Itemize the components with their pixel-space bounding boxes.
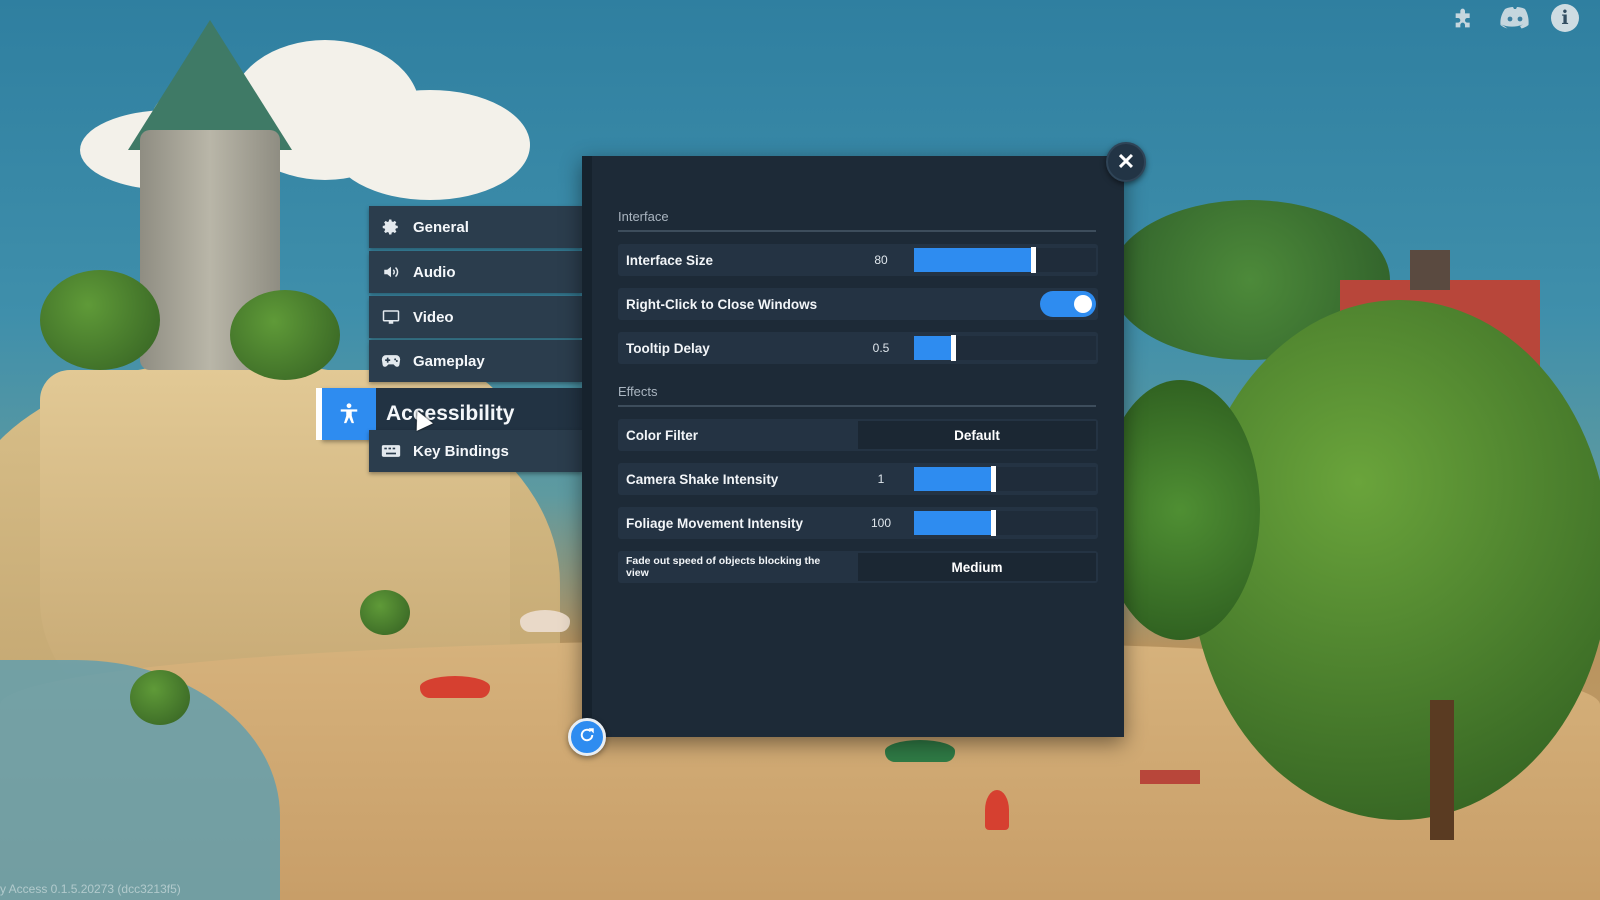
setting-label: Camera Shake Intensity <box>626 471 779 487</box>
setting-label: Fade out speed of objects blocking the v… <box>626 555 821 579</box>
keyboard-icon <box>369 444 413 458</box>
fade-out-speed-dropdown[interactable]: Medium <box>858 553 1096 581</box>
gear-icon <box>369 218 413 236</box>
slider-fill <box>914 336 954 360</box>
slider-fill <box>914 511 994 535</box>
monitor-icon <box>369 308 413 326</box>
setting-value: 1 <box>877 472 885 486</box>
version-label: y Access 0.1.5.20273 (dcc3213f5) <box>0 882 181 896</box>
menu-label-general: General <box>413 218 469 236</box>
gamepad-icon <box>369 353 413 369</box>
menu-label-accessibility: Accessibility <box>386 402 515 425</box>
menu-item-video[interactable]: Video <box>369 296 582 338</box>
menu-item-gameplay[interactable]: Gameplay <box>369 340 582 382</box>
setting-label: Color Filter <box>626 427 699 443</box>
setting-label: Interface Size <box>626 252 714 268</box>
camera-shake-slider[interactable] <box>914 466 1096 492</box>
setting-value: 100 <box>870 516 892 530</box>
slider-handle[interactable] <box>1031 247 1036 273</box>
setting-label: Tooltip Delay <box>626 340 710 356</box>
menu-label-audio: Audio <box>413 263 456 281</box>
slider-handle[interactable] <box>991 466 996 492</box>
toggle-knob <box>1074 295 1092 313</box>
interface-size-slider[interactable] <box>914 247 1096 273</box>
color-filter-dropdown[interactable]: Default <box>858 421 1096 449</box>
speaker-icon <box>369 263 413 281</box>
setting-camera-shake: Camera Shake Intensity 1 <box>618 463 1098 495</box>
settings-panel: Interface Interface Size 80 Right-Click … <box>582 156 1124 737</box>
right-click-close-toggle[interactable] <box>1040 291 1096 317</box>
menu-item-general[interactable]: General <box>369 206 582 248</box>
puzzle-icon[interactable] <box>1448 1 1482 35</box>
setting-tooltip-delay: Tooltip Delay 0.5 <box>618 332 1098 364</box>
slider-handle[interactable] <box>951 335 956 361</box>
menu-label-key-bindings: Key Bindings <box>413 442 509 460</box>
setting-foliage-movement: Foliage Movement Intensity 100 <box>618 507 1098 539</box>
slider-fill <box>914 248 1034 272</box>
menu-label-video: Video <box>413 308 454 326</box>
setting-value: 80 <box>874 253 888 267</box>
menu-item-audio[interactable]: Audio <box>369 251 582 293</box>
info-icon[interactable]: i <box>1548 1 1582 35</box>
reset-button[interactable] <box>568 718 606 756</box>
section-header-interface: Interface <box>618 209 1096 232</box>
setting-right-click-close: Right-Click to Close Windows <box>618 288 1098 320</box>
discord-icon[interactable] <box>1498 1 1532 35</box>
close-button[interactable]: ✕ <box>1106 142 1146 182</box>
slider-fill <box>914 467 994 491</box>
setting-label: Foliage Movement Intensity <box>626 515 804 531</box>
tooltip-delay-slider[interactable] <box>914 335 1096 361</box>
slider-handle[interactable] <box>991 510 996 536</box>
foliage-movement-slider[interactable] <box>914 510 1096 536</box>
top-right-toolbar: i <box>1448 0 1582 36</box>
section-header-effects: Effects <box>618 384 1096 407</box>
setting-label: Right-Click to Close Windows <box>626 296 818 312</box>
menu-item-key-bindings[interactable]: Key Bindings <box>369 430 582 472</box>
accessibility-icon <box>322 388 376 440</box>
info-glyph: i <box>1551 4 1579 32</box>
setting-fade-out-speed: Fade out speed of objects blocking the v… <box>618 551 1098 583</box>
refresh-icon <box>578 726 596 749</box>
setting-color-filter: Color Filter Default <box>618 419 1098 451</box>
setting-value: 0.5 <box>872 341 890 355</box>
menu-label-gameplay: Gameplay <box>413 352 485 370</box>
setting-interface-size: Interface Size 80 <box>618 244 1098 276</box>
